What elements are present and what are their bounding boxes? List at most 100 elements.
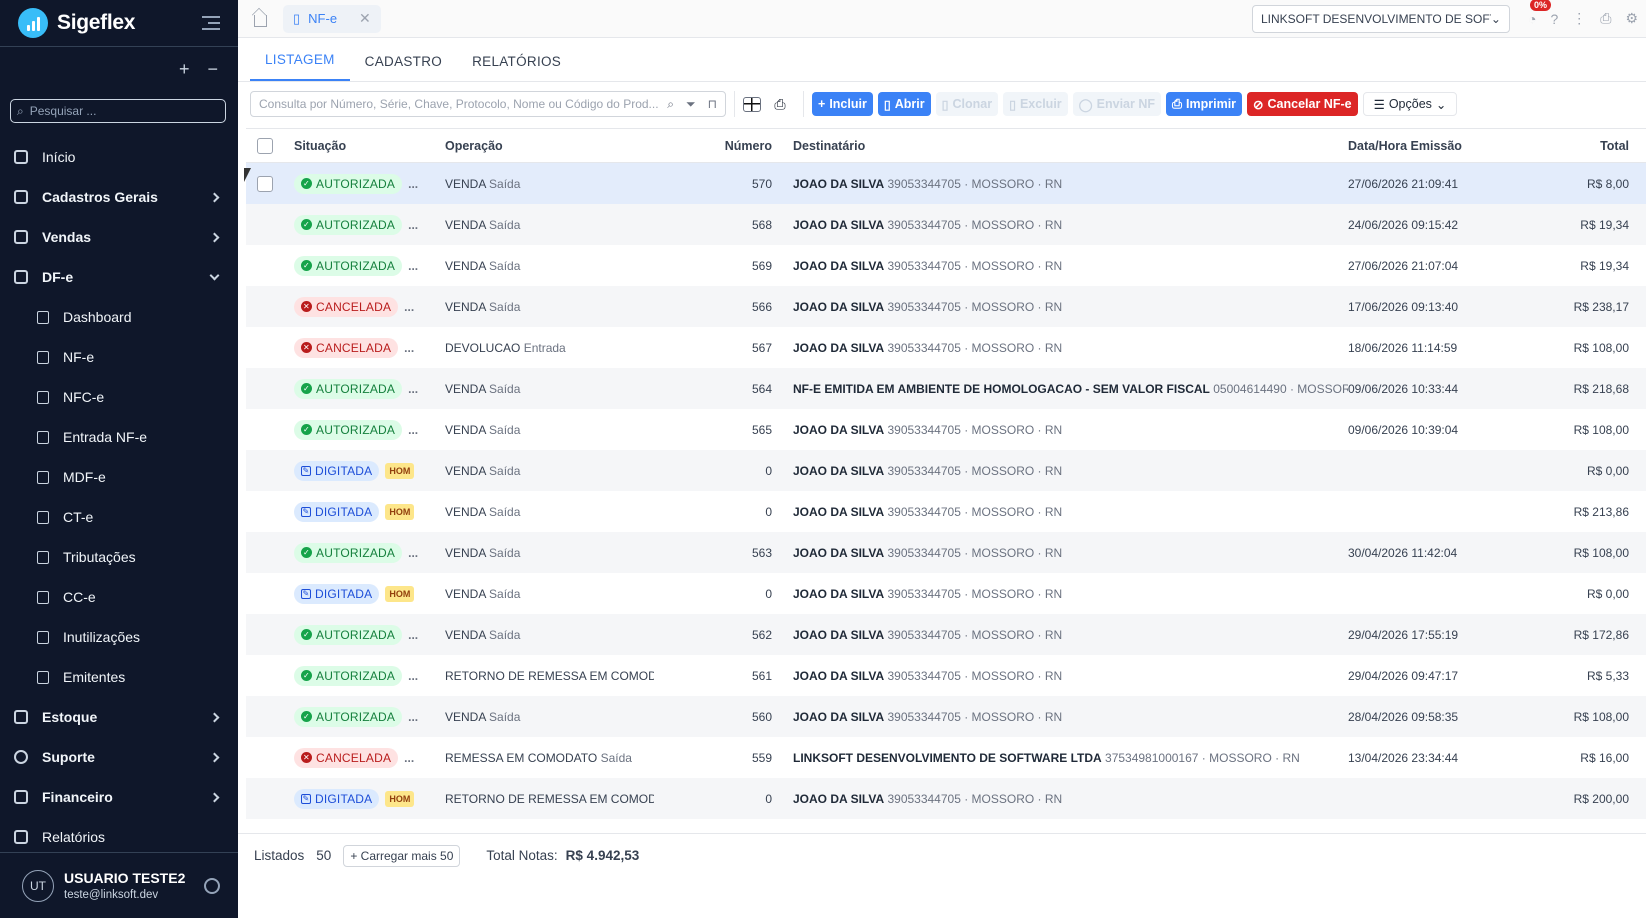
select-all-checkbox[interactable] [257, 137, 273, 154]
expand-all-icon[interactable]: + [179, 59, 190, 80]
more-icon[interactable]: ... [408, 423, 418, 437]
header-operacao[interactable]: Operação [439, 139, 654, 153]
table-row[interactable]: ✓ AUTORIZADA... VENDA Saída 560 JOAO DA SILV… [246, 696, 1646, 737]
table-row[interactable]: ✎ DIGITADA HOM RETORNO DE REMESSA EM COMODA… [246, 778, 1646, 819]
home-icon[interactable] [254, 14, 267, 27]
table-view-icon[interactable] [743, 96, 761, 112]
cancelar-nfe-button[interactable]: ⊘ Cancelar NF-e [1247, 92, 1358, 116]
sidebar-item-suporte[interactable]: Suporte [0, 737, 238, 777]
sidebar-item-tributacoes[interactable]: Tributações [0, 537, 238, 577]
open-tab-nfe[interactable]: ▯ NF-e ✕ [283, 4, 381, 33]
printer-icon[interactable]: ⎙ [1600, 10, 1611, 27]
sidebar-item-cadastros-gerais[interactable]: Cadastros Gerais [0, 177, 238, 217]
sidebar-item-inutilizacoes[interactable]: Inutilizações [0, 617, 238, 657]
operacao-cell: VENDA Saída [439, 300, 654, 314]
tab-cadastro[interactable]: CADASTRO [350, 54, 457, 81]
destinatario-info: 39053344705 · MOSSORO · RN [887, 627, 1063, 642]
more-icon[interactable]: ... [408, 710, 418, 724]
help-icon[interactable]: ? [1550, 11, 1558, 27]
sidebar-item-vendas[interactable]: Vendas [0, 217, 238, 257]
table-row[interactable]: ✎ DIGITADA HOM VENDA Saída 0 JOAO DA SILVA 39… [246, 450, 1646, 491]
opcoes-button[interactable]: ☰ Opções ⌄ [1362, 92, 1458, 116]
excluir-button[interactable]: ▯ Excluir [1003, 92, 1068, 116]
close-icon[interactable]: ✕ [359, 10, 371, 27]
avatar[interactable]: UT [22, 869, 54, 902]
abrir-button[interactable]: ▯ Abrir [877, 92, 931, 116]
sidebar-item-nfe[interactable]: NF-e [0, 337, 238, 377]
table-row[interactable]: ✓ AUTORIZADA... VENDA Saída 569 JOAO DA SILV… [246, 245, 1646, 286]
table-row[interactable]: ✓ AUTORIZADA... RETORNO DE REMESSA EM COMO… [246, 655, 1646, 696]
sidebar-item-dashboard[interactable]: Dashboard [0, 297, 238, 337]
sidebar-item-cte[interactable]: CT-e [0, 497, 238, 537]
enviar-nf-button[interactable]: ◯ Enviar NF [1072, 92, 1162, 116]
operacao-name: VENDA [445, 422, 486, 437]
search-icon[interactable]: ⌕ [667, 97, 674, 112]
sidebar-item-cce[interactable]: CC-e [0, 577, 238, 617]
table-row[interactable]: ✓ AUTORIZADA... VENDA Saída 570 JOAO DA SILV… [246, 163, 1646, 204]
notification-icon[interactable]: ◔ 0% [1528, 0, 1551, 27]
sidebar-item-entrada-nfe[interactable]: Entrada NF-e [0, 417, 238, 457]
destinatario-cell: JOAO DA SILVA 39053344705 · MOSSORO · RN [782, 177, 1348, 191]
sidebar-item-emitentes[interactable]: Emitentes [0, 657, 238, 697]
table-row[interactable]: ✓ AUTORIZADA... VENDA Saída 568 JOAO DA SILV… [246, 204, 1646, 245]
table-row[interactable]: ✕ CANCELADA... REMESSA EM COMODATO Saída 55… [246, 737, 1646, 778]
more-vertical-icon[interactable]: ⋮ [1572, 10, 1586, 27]
table-row[interactable]: ✓ AUTORIZADA... VENDA Saída 562 JOAO DA SILV… [246, 614, 1646, 655]
home-icon [14, 150, 28, 164]
sidebar-item-nfce[interactable]: NFC-e [0, 377, 238, 417]
load-more-button[interactable]: + Carregar mais 50 [343, 844, 461, 867]
sidebar-item-estoque[interactable]: Estoque [0, 697, 238, 737]
bookmark-icon[interactable]: ⊓ [708, 97, 717, 112]
sidebar-item-relatorios[interactable]: Relatórios [0, 817, 238, 857]
more-icon[interactable]: ... [408, 669, 418, 683]
company-select[interactable]: LINKSOFT DESENVOLVIMENTO DE SOFT... ⌄ [1251, 4, 1510, 33]
more-icon[interactable]: ... [408, 177, 418, 191]
logout-icon[interactable] [204, 877, 220, 894]
collapse-all-icon[interactable]: − [207, 59, 218, 80]
destinatario-cell: JOAO DA SILVA 39053344705 · MOSSORO · RN [782, 464, 1348, 478]
table-row[interactable]: ✓ AUTORIZADA... VENDA Saída 563 JOAO DA SILV… [246, 532, 1646, 573]
sidebar-item-dfe[interactable]: DF-e [0, 257, 238, 297]
tab-listagem[interactable]: LISTAGEM [250, 52, 350, 81]
tab-relatorios[interactable]: RELATÓRIOS [457, 54, 576, 81]
header-situacao[interactable]: Situação [284, 139, 439, 153]
sidebar-search-input[interactable]: ⌕ Pesquisar ... [10, 99, 226, 123]
imprimir-button[interactable]: ⎙ Imprimir [1166, 92, 1243, 116]
more-icon[interactable]: ... [408, 259, 418, 273]
data-emissao-cell: 27/06/2026 21:09:41 [1348, 176, 1459, 191]
more-icon[interactable]: ... [408, 546, 418, 560]
more-icon[interactable]: ... [404, 341, 414, 355]
table-row[interactable]: ✕ CANCELADA... DEVOLUCAO Entrada 567 JOAO DA… [246, 327, 1646, 368]
sidebar-item-inicio[interactable]: Início [0, 137, 238, 177]
table-row[interactable]: ✎ DIGITADA HOM VENDA Saída 0 JOAO DA SILVA 39… [246, 573, 1646, 614]
check-circle-icon: ✓ [301, 383, 312, 394]
more-icon[interactable]: ... [408, 218, 418, 232]
numero-cell: 561 [751, 668, 772, 683]
printer-icon[interactable]: ⎙ [769, 93, 791, 115]
clonar-button[interactable]: ▯ Clonar [935, 92, 999, 116]
sidebar-search-placeholder: Pesquisar ... [29, 104, 97, 118]
nfe-table: Situação Operação Número Destinatário Da… [246, 128, 1646, 833]
header-numero[interactable]: Número [654, 139, 782, 153]
collapse-sidebar-icon[interactable] [202, 16, 220, 30]
table-row[interactable]: ✓ AUTORIZADA... VENDA Saída 565 JOAO DA SILV… [246, 409, 1646, 450]
row-checkbox[interactable] [257, 175, 273, 192]
gear-icon[interactable]: ⚙ [1625, 10, 1638, 27]
header-total[interactable]: Total [1498, 139, 1635, 153]
header-data-emissao[interactable]: Data/Hora Emissão [1348, 139, 1498, 153]
more-icon[interactable]: ... [404, 751, 414, 765]
table-row[interactable]: ✕ CANCELADA... VENDA Saída 566 JOAO DA SILVA… [246, 286, 1646, 327]
numero-cell: 0 [765, 463, 772, 478]
more-icon[interactable]: ... [408, 382, 418, 396]
header-destinatario[interactable]: Destinatário [782, 139, 1348, 153]
sidebar-item-financeiro[interactable]: Financeiro [0, 777, 238, 817]
table-row[interactable]: ✓ AUTORIZADA... VENDA Saída 564 NF-E EMITIDA… [246, 368, 1646, 409]
table-row[interactable]: ✎ DIGITADA HOM VENDA Saída 0 JOAO DA SILVA 39… [246, 491, 1646, 532]
search-input[interactable]: Consulta por Número, Série, Chave, Proto… [250, 91, 726, 117]
incluir-button[interactable]: + Incluir [812, 92, 873, 116]
filter-icon[interactable]: ⏷ [686, 97, 696, 112]
more-icon[interactable]: ... [408, 628, 418, 642]
more-icon[interactable]: ... [404, 300, 414, 314]
sidebar-item-mdfe[interactable]: MDF-e [0, 457, 238, 497]
sidebar-item-label: Suporte [42, 749, 95, 765]
